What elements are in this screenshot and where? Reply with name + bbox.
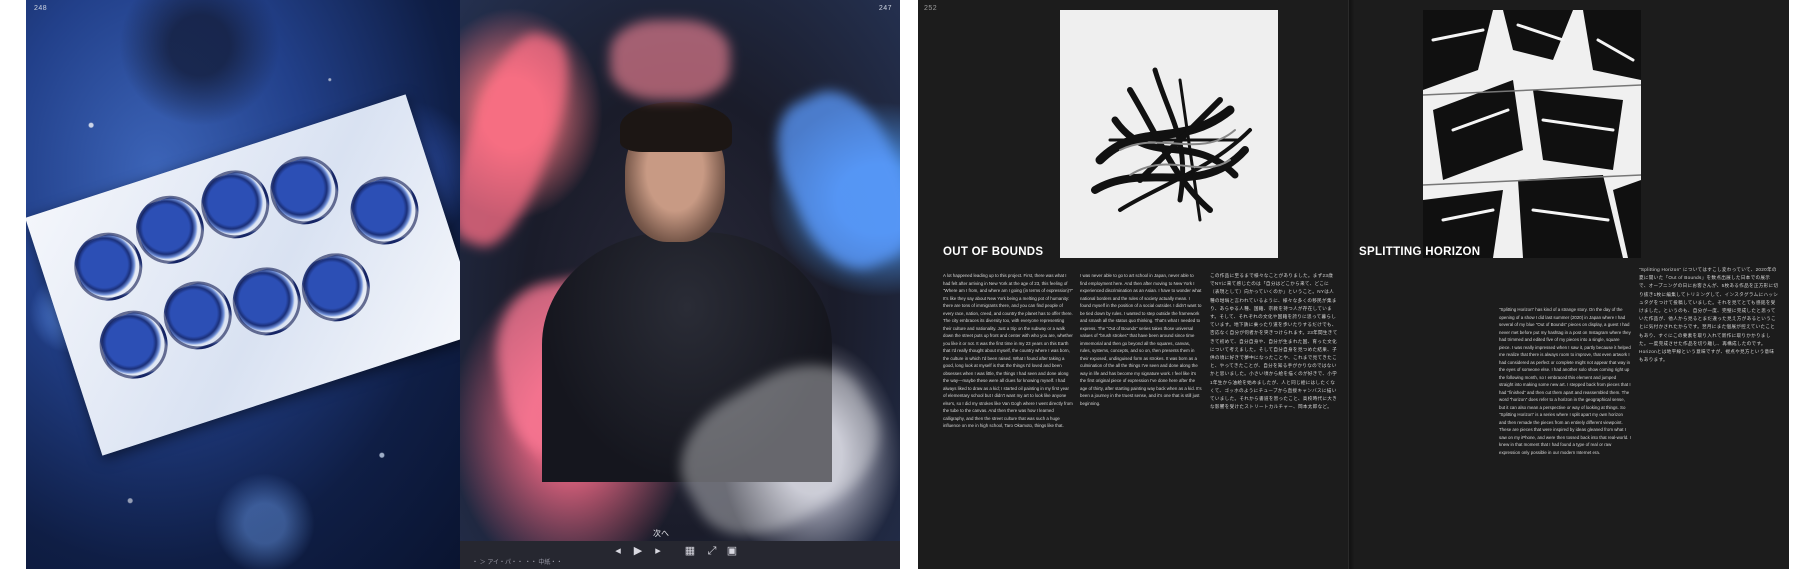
left-spread: 248 247 次へ ◂ ▶ ▸ ▦ ⤢ ▣ ・ ＞ アイ・パ・・ ・・ 中紙・… [0,0,900,569]
article-2-body-col-1: "Splitting Horizon" has kind of a strang… [1499,307,1631,455]
fullscreen-icon[interactable]: ⤢ [704,544,720,558]
page-number-247: 247 [878,5,892,12]
splitting-horizon-artwork-image [1423,10,1641,258]
page-number-252: 252 [924,5,938,12]
painted-stencil-board [26,94,460,456]
next-arrow-icon[interactable]: ▸ [650,544,666,558]
page-number-248: 248 [34,5,48,12]
out-of-bounds-artwork-image [1060,10,1278,258]
viewer-status-text: ・ ＞ アイ・パ・・ ・・ 中紙・・ [472,560,563,566]
article-2-body-col-2-japanese: "Splitting Horizon" についてはすこし変わっていて、2020年… [1639,267,1779,363]
page-247-portrait-photo: 247 次へ ◂ ▶ ▸ ▦ ⤢ ▣ ・ ＞ アイ・パ・・ ・・ 中紙・・ [460,0,900,569]
article-1-body-col-2: I was never able to go to art school in … [1080,273,1202,406]
right-spread: 252 OUT OF BOUNDS A lot happened leading… [900,0,1800,569]
play-icon[interactable]: ▶ [630,544,646,558]
article-1-body-col-1: A lot happened leading up to this projec… [943,273,1073,428]
portrait-hair [620,102,732,152]
prev-arrow-icon[interactable]: ◂ [610,544,626,558]
next-page-label[interactable]: 次へ [653,528,669,539]
page-253: SPLITTING HORIZON "Splitting Horizon" ha… [1348,0,1789,569]
grid-view-icon[interactable]: ▦ [682,544,698,558]
page-252: 252 OUT OF BOUNDS A lot happened leading… [918,0,1348,569]
article-title-splitting-horizon: SPLITTING HORIZON [1359,246,1481,258]
page-248-photo: 248 [26,0,460,569]
article-1-body-col-3-japanese: この作品に至るまで様々なことがありました。まず23歳でNYに来て感じたのは「自分… [1210,273,1338,410]
article-title-out-of-bounds: OUT OF BOUNDS [943,246,1044,258]
thumbnail-icon[interactable]: ▣ [724,544,740,558]
